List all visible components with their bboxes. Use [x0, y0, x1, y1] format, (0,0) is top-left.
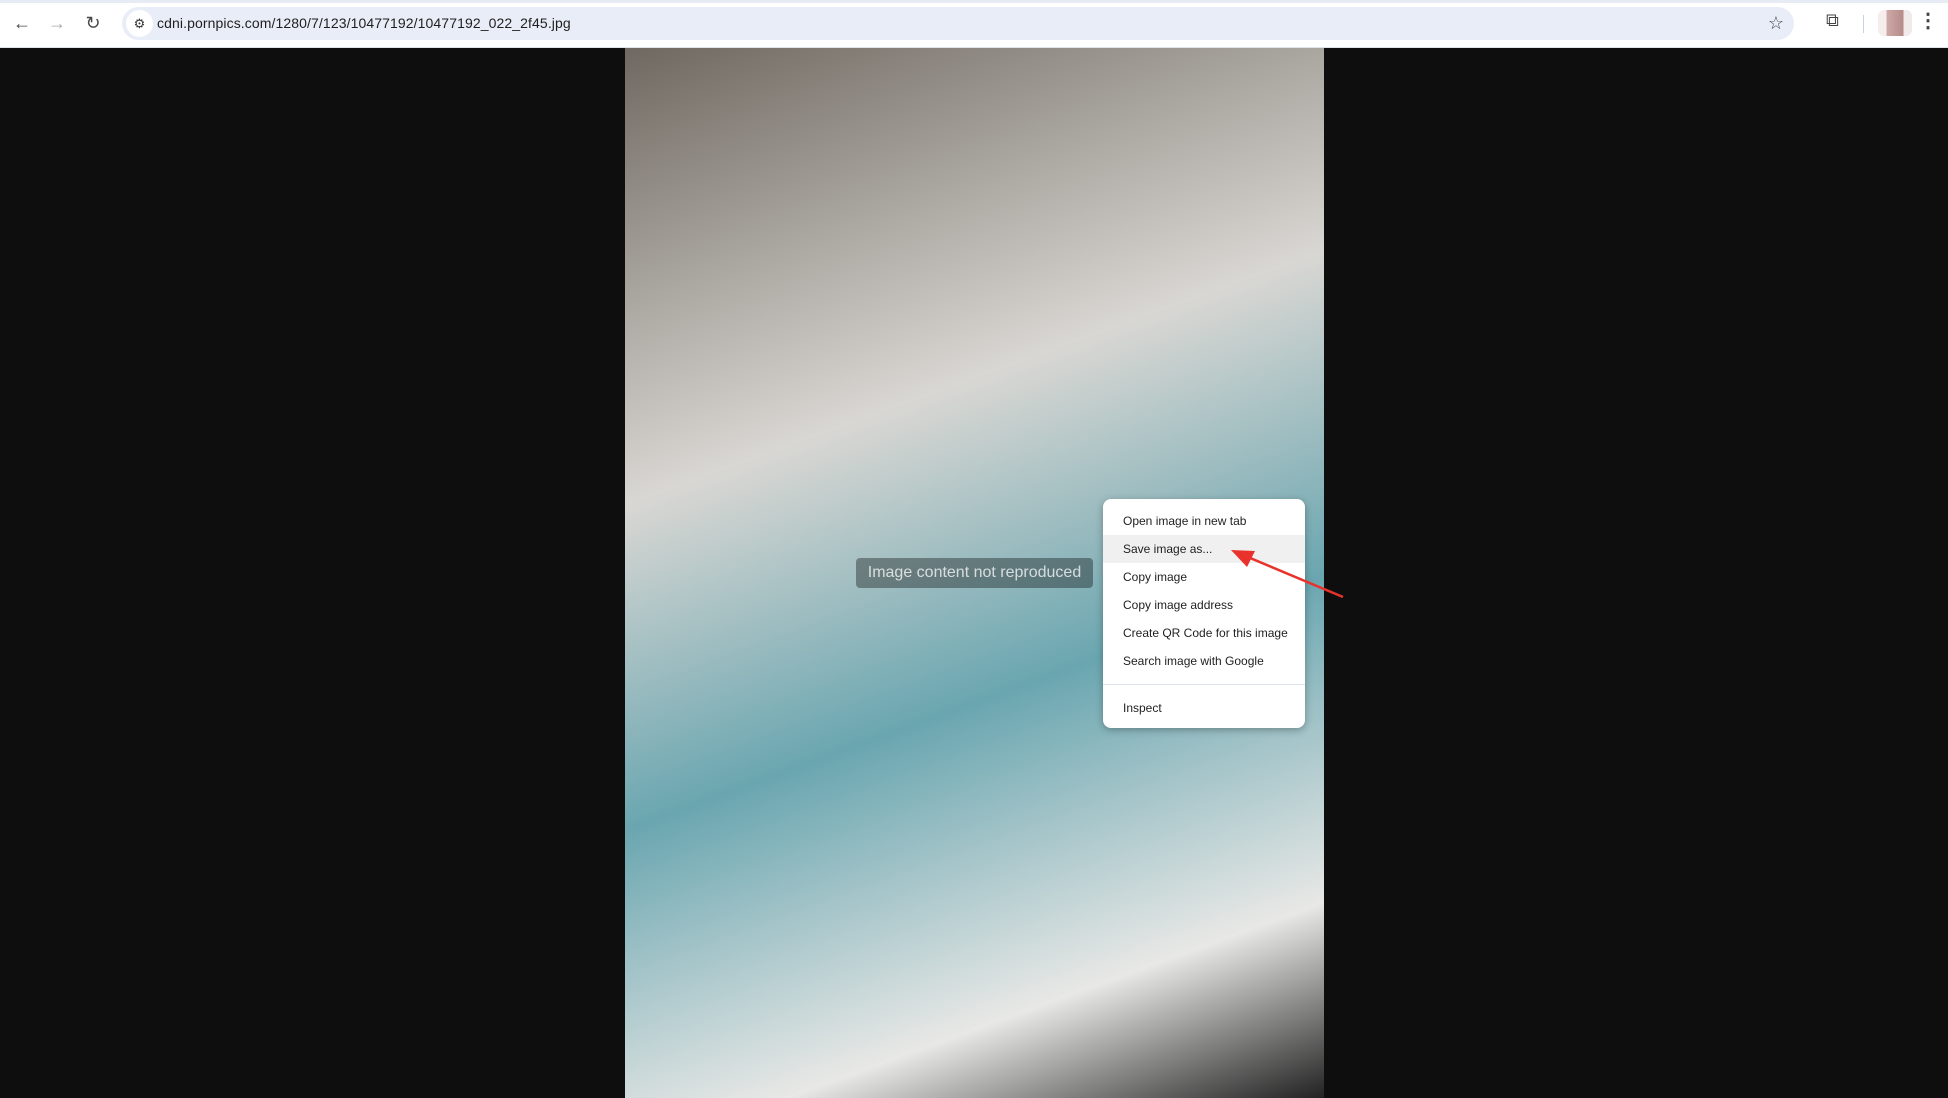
- image-placeholder: Image content not reproduced: [855, 558, 1094, 588]
- menu-item-open-image-new-tab[interactable]: Open image in new tab: [1103, 507, 1305, 535]
- back-button[interactable]: ←: [9, 10, 35, 36]
- tab-strip-edge: [0, 0, 1948, 3]
- kebab-menu-icon[interactable]: ⋮: [1918, 8, 1938, 33]
- reload-icon: ↻: [85, 12, 101, 33]
- arrow-right-icon: →: [48, 12, 66, 33]
- address-bar[interactable]: ⚙ cdni.pornpics.com/1280/7/123/10477192/…: [122, 7, 1794, 40]
- tune-icon: ⚙: [133, 15, 146, 31]
- menu-divider: [1103, 684, 1305, 685]
- bookmark-star-icon[interactable]: ☆: [1768, 13, 1784, 34]
- toolbar-divider: [1863, 15, 1864, 33]
- menu-item-search-image-google[interactable]: Search image with Google: [1103, 647, 1305, 675]
- annotation-arrow-icon: [1231, 550, 1344, 599]
- profile-avatar[interactable]: [1878, 10, 1912, 36]
- forward-button[interactable]: →: [44, 10, 70, 36]
- extensions-puzzle-icon[interactable]: ⧉: [1826, 10, 1839, 31]
- context-menu: Open image in new tab Save image as... C…: [1103, 499, 1305, 728]
- menu-item-inspect[interactable]: Inspect: [1103, 694, 1305, 722]
- arrow-left-icon: ←: [13, 12, 31, 33]
- site-info-button[interactable]: ⚙: [126, 10, 153, 37]
- reload-button[interactable]: ↻: [80, 10, 106, 36]
- menu-item-create-qr-code[interactable]: Create QR Code for this image: [1103, 619, 1305, 647]
- browser-toolbar: ← → ↻ ⚙ cdni.pornpics.com/1280/7/123/104…: [0, 0, 1948, 48]
- url-text[interactable]: cdni.pornpics.com/1280/7/123/10477192/10…: [157, 15, 571, 31]
